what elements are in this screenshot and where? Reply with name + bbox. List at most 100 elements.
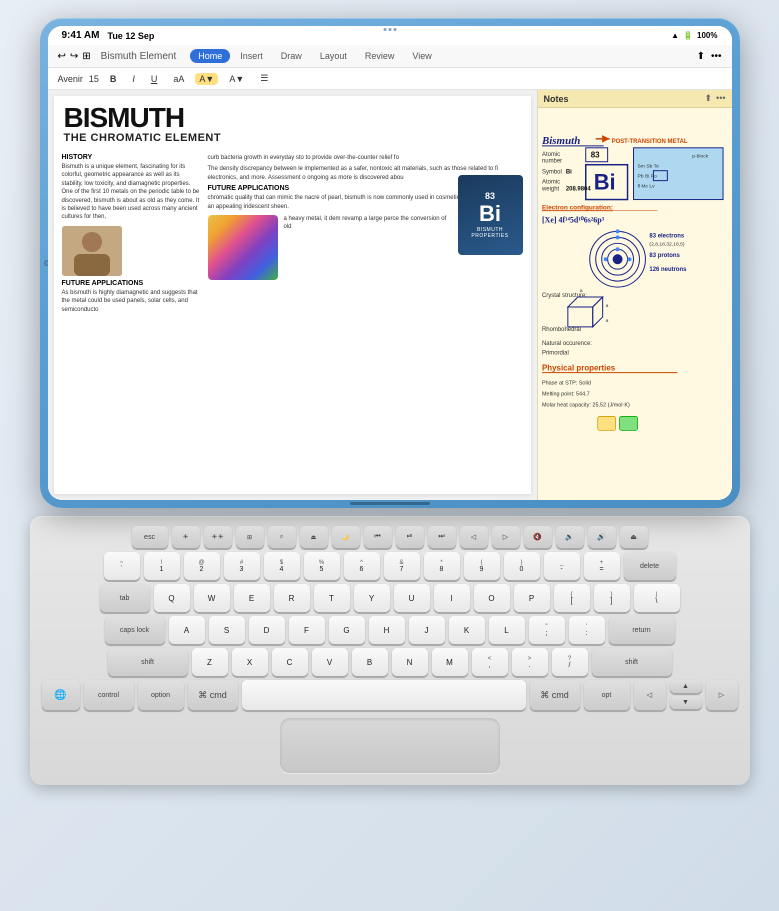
- text-size-button[interactable]: aA: [168, 72, 189, 86]
- key-i[interactable]: I: [434, 584, 470, 612]
- key-c[interactable]: C: [272, 648, 308, 676]
- key-play[interactable]: ⏯: [396, 526, 424, 548]
- key-mission-control[interactable]: ⊞: [236, 526, 264, 548]
- tab-home[interactable]: Home: [190, 49, 230, 63]
- share-icon[interactable]: ⬆: [697, 51, 705, 62]
- key-t[interactable]: T: [314, 584, 350, 612]
- key-caps-lock[interactable]: caps lock: [105, 616, 165, 644]
- bold-button[interactable]: B: [105, 72, 122, 86]
- more-icon[interactable]: •••: [711, 51, 722, 62]
- key-j[interactable]: J: [409, 616, 445, 644]
- key-bracket-left[interactable]: {[: [554, 584, 590, 612]
- key-y[interactable]: Y: [354, 584, 390, 612]
- key-comma[interactable]: <,: [472, 648, 508, 676]
- redo-icon[interactable]: ↪: [70, 51, 78, 62]
- key-7[interactable]: &7: [384, 552, 420, 580]
- key-backslash[interactable]: |\: [634, 584, 680, 612]
- key-w[interactable]: W: [194, 584, 230, 612]
- format-font[interactable]: Avenir: [58, 74, 83, 84]
- key-minus[interactable]: _-: [544, 552, 580, 580]
- key-f[interactable]: F: [289, 616, 325, 644]
- key-g[interactable]: G: [329, 616, 365, 644]
- key-slash[interactable]: ?/: [552, 648, 588, 676]
- key-control[interactable]: control: [84, 680, 134, 710]
- key-l[interactable]: L: [489, 616, 525, 644]
- key-fast-forward[interactable]: ⏭: [428, 526, 456, 548]
- color-button[interactable]: A▼: [224, 72, 249, 86]
- key-3[interactable]: #3: [224, 552, 260, 580]
- key-equals[interactable]: +=: [584, 552, 620, 580]
- key-n[interactable]: N: [392, 648, 428, 676]
- key-tab[interactable]: tab: [100, 584, 150, 612]
- key-q[interactable]: Q: [154, 584, 190, 612]
- notes-share-icon[interactable]: ⬆: [705, 93, 713, 104]
- tab-view[interactable]: View: [404, 49, 439, 63]
- key-delete[interactable]: delete: [624, 552, 676, 580]
- key-e[interactable]: E: [234, 584, 270, 612]
- key-brightness-up[interactable]: ☀☀: [204, 526, 232, 548]
- key-mute[interactable]: 🔇: [524, 526, 552, 548]
- format-icon[interactable]: ⊞: [82, 51, 90, 62]
- key-4[interactable]: $4: [264, 552, 300, 580]
- undo-icon[interactable]: ↩: [58, 51, 66, 62]
- key-b[interactable]: B: [352, 648, 388, 676]
- key-semicolon[interactable]: ";: [529, 616, 565, 644]
- key-skip-fwd[interactable]: ▷: [492, 526, 520, 548]
- key-option-right[interactable]: opt: [584, 680, 630, 710]
- key-h[interactable]: H: [369, 616, 405, 644]
- key-esc[interactable]: esc: [132, 526, 168, 548]
- highlight-button[interactable]: A▼: [195, 73, 218, 85]
- key-period[interactable]: >.: [512, 648, 548, 676]
- key-option-left[interactable]: option: [138, 680, 184, 710]
- key-arrow-up[interactable]: ▲: [670, 680, 702, 693]
- align-button[interactable]: ☰: [255, 71, 273, 86]
- key-x[interactable]: X: [232, 648, 268, 676]
- key-cmd-left[interactable]: ⌘ cmd: [188, 680, 238, 710]
- key-6[interactable]: ^6: [344, 552, 380, 580]
- key-d[interactable]: D: [249, 616, 285, 644]
- key-rewind[interactable]: ⏮: [364, 526, 392, 548]
- key-lock[interactable]: ⏏: [620, 526, 648, 548]
- underline-button[interactable]: U: [146, 72, 163, 86]
- key-brightness-down[interactable]: ☀: [172, 526, 200, 548]
- key-return[interactable]: return: [609, 616, 675, 644]
- key-space[interactable]: [242, 680, 526, 710]
- trackpad[interactable]: [280, 718, 500, 773]
- key-o[interactable]: O: [474, 584, 510, 612]
- key-globe[interactable]: 🌐: [42, 680, 80, 710]
- key-0[interactable]: )0: [504, 552, 540, 580]
- key-skip-back[interactable]: ◁: [460, 526, 488, 548]
- key-vol-up[interactable]: 🔊: [588, 526, 616, 548]
- key-cmd-right[interactable]: ⌘ cmd: [530, 680, 580, 710]
- key-vol-down[interactable]: 🔉: [556, 526, 584, 548]
- tab-layout[interactable]: Layout: [312, 49, 355, 63]
- key-a[interactable]: A: [169, 616, 205, 644]
- key-arrow-right[interactable]: ▷: [706, 680, 738, 710]
- key-s[interactable]: S: [209, 616, 245, 644]
- notes-more-icon[interactable]: •••: [716, 93, 725, 104]
- tab-review[interactable]: Review: [357, 49, 403, 63]
- key-dnd[interactable]: 🌙: [332, 526, 360, 548]
- key-arrow-left[interactable]: ◁: [634, 680, 666, 710]
- key-shift-left[interactable]: shift: [108, 648, 188, 676]
- tab-insert[interactable]: Insert: [232, 49, 271, 63]
- key-quote[interactable]: ':: [569, 616, 605, 644]
- tab-draw[interactable]: Draw: [273, 49, 310, 63]
- key-k[interactable]: K: [449, 616, 485, 644]
- italic-button[interactable]: I: [127, 72, 140, 86]
- key-arrow-down[interactable]: ▼: [670, 696, 702, 709]
- key-z[interactable]: Z: [192, 648, 228, 676]
- key-1[interactable]: !1: [144, 552, 180, 580]
- format-size[interactable]: 15: [89, 74, 99, 84]
- key-m[interactable]: M: [432, 648, 468, 676]
- key-u[interactable]: U: [394, 584, 430, 612]
- key-siri[interactable]: ⏏: [300, 526, 328, 548]
- key-9[interactable]: (9: [464, 552, 500, 580]
- key-v[interactable]: V: [312, 648, 348, 676]
- key-spotlight[interactable]: ⌕: [268, 526, 296, 548]
- key-backtick[interactable]: ~`: [104, 552, 140, 580]
- key-p[interactable]: P: [514, 584, 550, 612]
- key-8[interactable]: *8: [424, 552, 460, 580]
- key-r[interactable]: R: [274, 584, 310, 612]
- key-2[interactable]: @2: [184, 552, 220, 580]
